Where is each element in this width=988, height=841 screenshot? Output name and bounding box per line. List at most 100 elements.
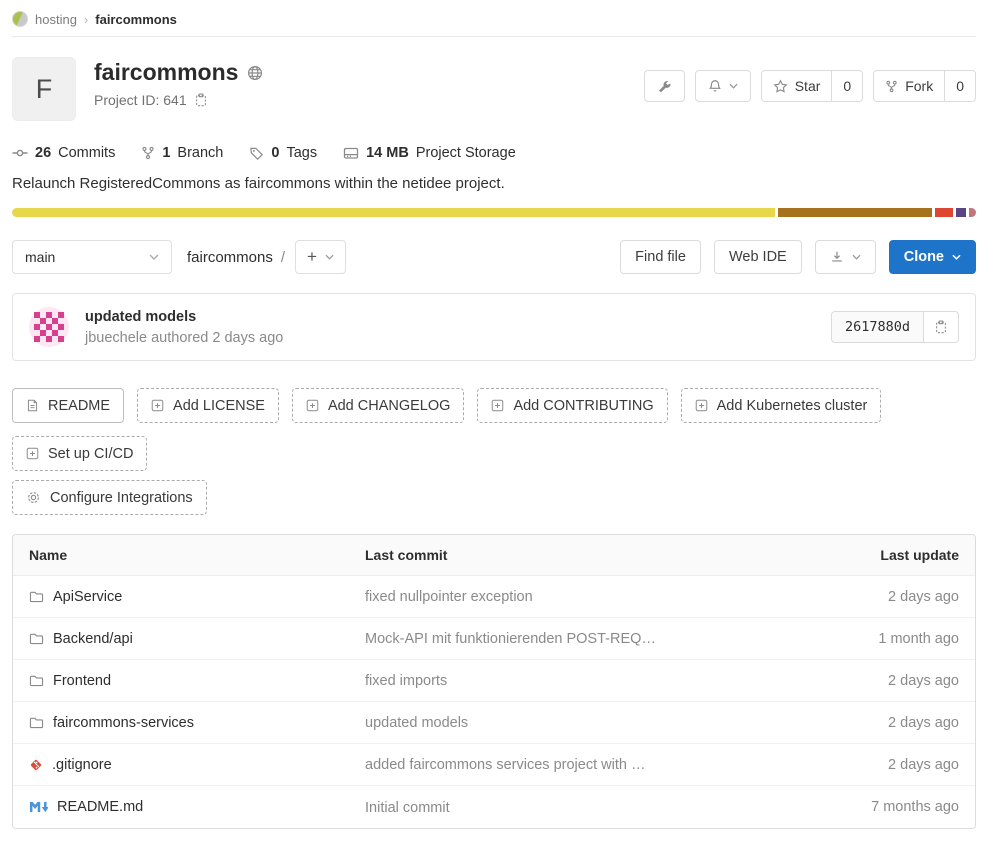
folder-icon <box>29 590 44 603</box>
commit-message-link[interactable]: Initial commit <box>365 800 450 816</box>
column-header-last-update: Last update <box>805 547 975 563</box>
project-stats: 26Commits 1Branch 0Tags 14 MBProject Storag… <box>12 145 976 161</box>
chevron-down-icon <box>149 254 159 260</box>
action-add-changelog-button[interactable]: Add CHANGELOG <box>292 388 465 423</box>
chevron-down-icon <box>952 254 961 260</box>
globe-icon <box>247 65 263 81</box>
file-name-link[interactable]: Frontend <box>53 673 111 689</box>
project-description: Relaunch RegisteredCommons as faircommon… <box>12 175 976 192</box>
gear-icon <box>26 490 41 505</box>
star-label: Star <box>795 78 821 94</box>
action-buttons-row-2: Configure Integrations <box>12 480 976 515</box>
folder-icon <box>29 716 44 729</box>
stat-project-storage[interactable]: 14 MBProject Storage <box>343 145 516 161</box>
commit-message-link[interactable]: fixed imports <box>365 673 447 689</box>
last-update-text: 2 days ago <box>805 673 975 689</box>
fork-button-group: Fork 0 <box>873 70 976 102</box>
download-dropdown-button[interactable] <box>815 240 876 274</box>
stat-commits[interactable]: 26Commits <box>12 145 115 161</box>
instance-logo-icon <box>12 11 28 27</box>
star-button-group: Star 0 <box>761 70 863 102</box>
notifications-dropdown-button[interactable] <box>695 70 751 102</box>
fork-button[interactable]: Fork <box>873 70 945 102</box>
clipboard-icon <box>194 93 208 107</box>
copy-project-id-button[interactable] <box>194 93 208 107</box>
table-row: faircommons-services updated models 2 da… <box>13 702 975 744</box>
markdown-icon <box>29 801 48 813</box>
chevron-down-icon <box>325 254 334 260</box>
branch-icon <box>141 146 155 160</box>
clipboard-icon <box>934 320 948 334</box>
plus-square-icon <box>695 399 708 412</box>
commit-title-link[interactable]: updated models <box>85 309 196 325</box>
star-button[interactable]: Star <box>761 70 833 102</box>
file-name-link[interactable]: ApiService <box>53 589 122 605</box>
admin-wrench-button[interactable] <box>644 70 685 102</box>
file-name-link[interactable]: .gitignore <box>52 757 112 773</box>
add-file-dropdown-button[interactable]: + <box>295 240 346 274</box>
last-update-text: 2 days ago <box>805 757 975 773</box>
commit-icon <box>12 145 28 161</box>
project-id-label: Project ID: 641 <box>94 92 187 108</box>
file-name-link[interactable]: README.md <box>57 799 143 815</box>
file-name-link[interactable]: faircommons-services <box>53 715 194 731</box>
breadcrumb-separator: › <box>84 12 88 27</box>
storage-icon <box>343 145 359 161</box>
copy-sha-button[interactable] <box>924 311 959 343</box>
star-count[interactable]: 0 <box>832 70 863 102</box>
repo-path: faircommons / <box>187 249 285 266</box>
language-bar[interactable] <box>12 208 976 217</box>
file-navigation: main faircommons / + Find file Web IDE <box>12 240 976 274</box>
commit-message-link[interactable]: updated models <box>365 715 468 731</box>
folder-icon <box>29 632 44 645</box>
last-update-text: 1 month ago <box>805 631 975 647</box>
repo-path-separator: / <box>281 249 285 266</box>
table-row: ApiService fixed nullpointer exception 2… <box>13 576 975 618</box>
action-add-kubernetes-cluster-button[interactable]: Add Kubernetes cluster <box>681 388 882 423</box>
action-add-contributing-button[interactable]: Add CONTRIBUTING <box>477 388 667 423</box>
project-avatar: F <box>12 57 76 121</box>
repo-path-root-link[interactable]: faircommons <box>187 249 273 266</box>
bell-icon <box>708 79 722 93</box>
language-segment-purple <box>956 208 966 217</box>
column-header-name: Name <box>13 547 349 563</box>
plus-icon: + <box>307 247 317 267</box>
find-file-button[interactable]: Find file <box>620 240 701 274</box>
project-header: F faircommons Project ID: 641 <box>12 57 976 121</box>
commit-message-link[interactable]: Mock-API mit funktionierenden POST-REQ… <box>365 631 656 647</box>
fork-count[interactable]: 0 <box>945 70 976 102</box>
stat-branch[interactable]: 1Branch <box>141 145 223 161</box>
wrench-icon <box>657 79 672 94</box>
download-icon <box>830 250 844 264</box>
committer-avatar <box>29 307 69 347</box>
language-segment-yellow <box>12 208 775 217</box>
table-row: Backend/api Mock-API mit funktionierende… <box>13 618 975 660</box>
commit-message-link[interactable]: added faircommons services project with … <box>365 757 645 773</box>
file-table: Name Last commit Last update ApiService … <box>12 534 976 829</box>
branch-selector[interactable]: main <box>12 240 172 274</box>
action-configure-integrations-button[interactable]: Configure Integrations <box>12 480 207 515</box>
branch-selected-label: main <box>25 249 55 265</box>
fork-label: Fork <box>905 78 933 94</box>
commit-sha-group: 2617880d <box>831 311 959 343</box>
clone-dropdown-button[interactable]: Clone <box>889 240 976 274</box>
commit-message-link[interactable]: fixed nullpointer exception <box>365 589 533 605</box>
clone-label: Clone <box>904 249 944 265</box>
plus-square-icon <box>151 399 164 412</box>
action-add-license-button[interactable]: Add LICENSE <box>137 388 279 423</box>
last-commit-box: updated models jbuechele authored 2 days… <box>12 293 976 361</box>
stat-tags[interactable]: 0Tags <box>249 145 317 161</box>
table-row: .gitignore added faircommons services pr… <box>13 744 975 786</box>
action-set-up-ci-cd-button[interactable]: Set up CI/CD <box>12 436 147 471</box>
web-ide-button[interactable]: Web IDE <box>714 240 802 274</box>
plus-square-icon <box>306 399 319 412</box>
breadcrumb-group-link[interactable]: hosting <box>35 12 77 27</box>
tag-icon <box>249 146 264 161</box>
star-icon <box>773 79 788 94</box>
action-readme-button[interactable]: README <box>12 388 124 423</box>
breadcrumb-project-link[interactable]: faircommons <box>95 12 177 27</box>
language-segment-brown <box>778 208 932 217</box>
language-segment-rose <box>969 208 976 217</box>
file-name-link[interactable]: Backend/api <box>53 631 133 647</box>
last-update-text: 7 months ago <box>805 799 975 815</box>
